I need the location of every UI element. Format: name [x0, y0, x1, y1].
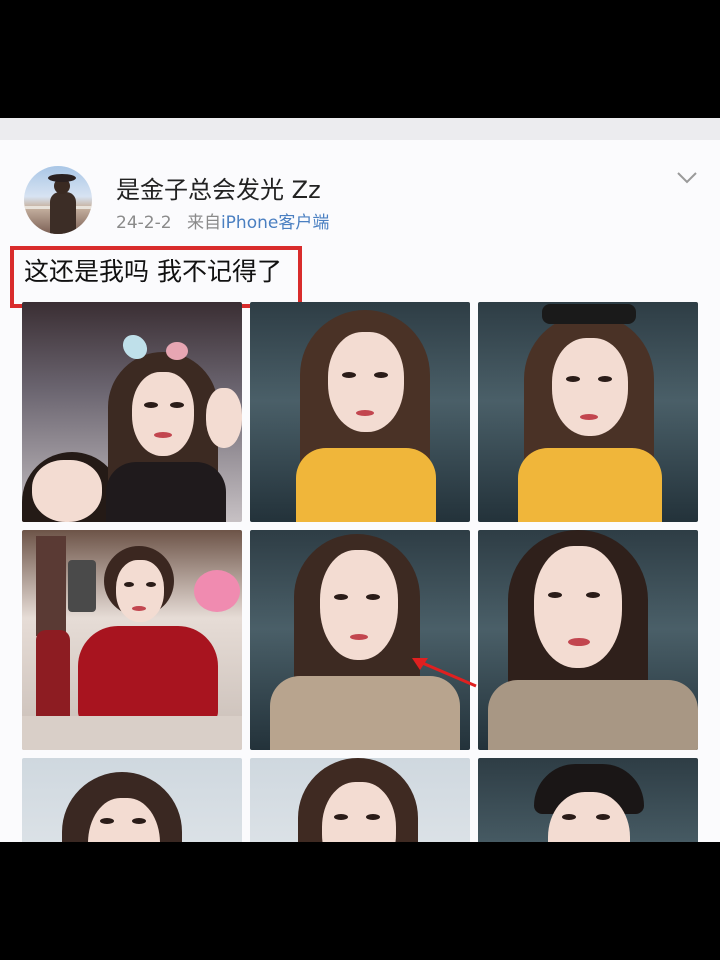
photo-4[interactable]: [22, 530, 242, 750]
username[interactable]: 是金子总会发光 Zz: [116, 170, 321, 205]
avatar-figure-hat: [48, 174, 76, 182]
photo-7[interactable]: [22, 758, 242, 842]
photo-1[interactable]: [22, 302, 242, 522]
bottom-black-bar: [0, 842, 720, 960]
post-source-client[interactable]: iPhone客户端: [221, 213, 329, 233]
photo-8[interactable]: [250, 758, 470, 842]
card-top-divider: [0, 118, 720, 140]
avatar[interactable]: [24, 166, 92, 234]
red-arrow-annotation: [412, 658, 477, 688]
avatar-figure-body: [50, 192, 76, 234]
top-black-bar: [0, 0, 720, 118]
post-time: 24-2-2: [116, 213, 172, 233]
post-meta: 24-2-2 来自iPhone客户端: [116, 208, 329, 233]
chevron-down-icon[interactable]: [676, 170, 698, 186]
photo-9[interactable]: [478, 758, 698, 842]
weibo-post-card: 是金子总会发光 Zz 24-2-2 来自iPhone客户端 这还是我吗 我不记得…: [0, 118, 720, 842]
photo-3[interactable]: [478, 302, 698, 522]
red-highlight-box: [10, 246, 302, 308]
post-source-prefix: 来自: [186, 213, 221, 233]
photo-2[interactable]: [250, 302, 470, 522]
photo-5[interactable]: [250, 530, 470, 750]
photo-6[interactable]: [478, 530, 698, 750]
